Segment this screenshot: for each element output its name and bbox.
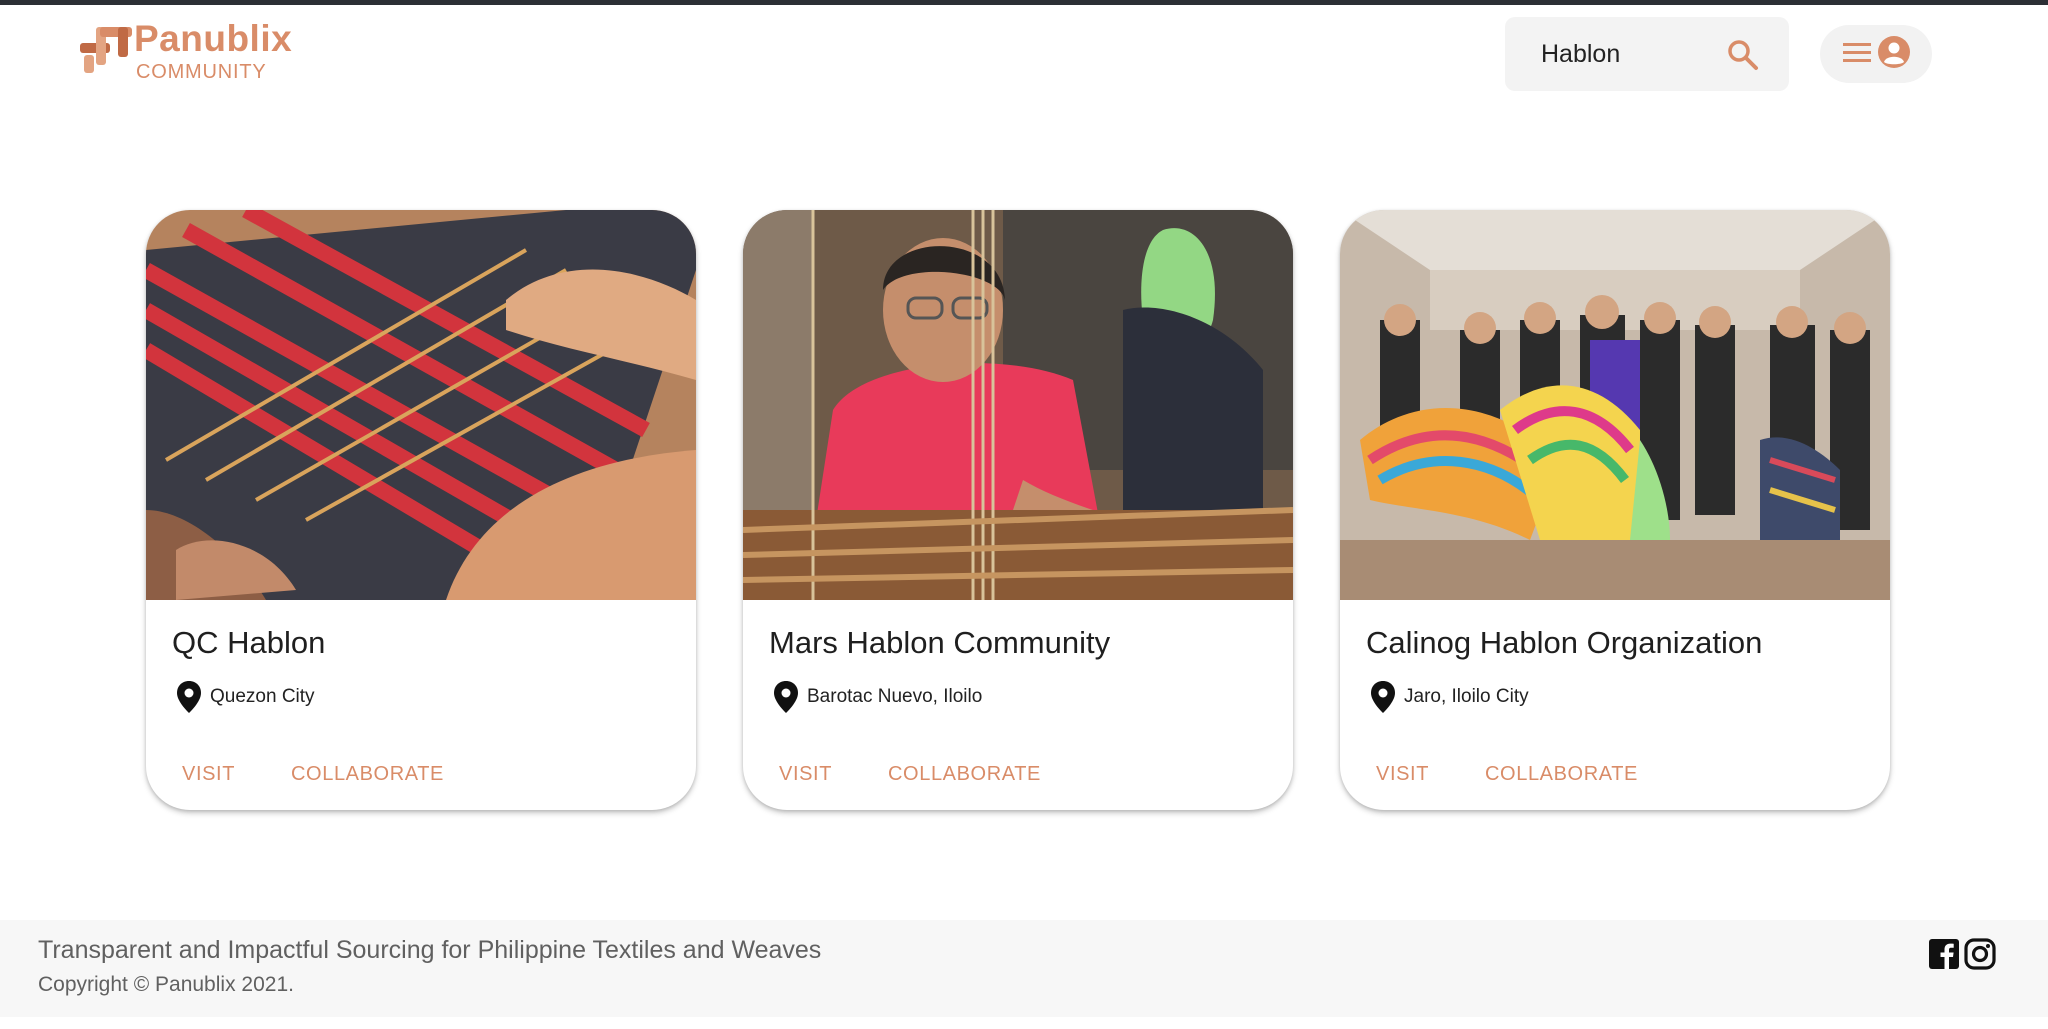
card-location: Quezon City — [176, 680, 315, 714]
search-icon[interactable] — [1725, 37, 1761, 73]
footer-tagline: Transparent and Impactful Sourcing for P… — [38, 936, 822, 964]
community-card: QC Hablon Quezon City VISIT COLLABORATE — [146, 210, 696, 810]
header: Panublix COMMUNITY — [0, 5, 2048, 100]
collaborate-button[interactable]: COLLABORATE — [1485, 763, 1638, 786]
loom-weaving-photo — [146, 210, 696, 600]
community-cards: QC Hablon Quezon City VISIT COLLABORATE — [146, 210, 1890, 810]
community-card: Calinog Hablon Organization Jaro, Iloilo… — [1340, 210, 1890, 810]
location-pin-icon — [1370, 680, 1396, 714]
facebook-icon[interactable] — [1928, 938, 1960, 970]
panublix-logo-mark — [78, 21, 134, 77]
brand-name: Panublix — [134, 18, 293, 59]
card-actions: VISIT COLLABORATE — [182, 763, 444, 786]
location-pin-icon — [773, 680, 799, 714]
location-text: Quezon City — [210, 686, 315, 707]
card-title: Calinog Hablon Organization — [1366, 625, 1763, 660]
footer-copyright: Copyright © Panublix 2021. — [38, 973, 294, 996]
collaborate-button[interactable]: COLLABORATE — [291, 763, 444, 786]
search-box — [1505, 17, 1789, 91]
instagram-icon[interactable] — [1964, 938, 1996, 970]
visit-button[interactable]: VISIT — [779, 763, 832, 786]
location-pin-icon — [176, 680, 202, 714]
visit-button[interactable]: VISIT — [182, 763, 235, 786]
group-holding-textiles-photo — [1340, 210, 1890, 600]
card-title: Mars Hablon Community — [769, 625, 1111, 660]
footer: Transparent and Impactful Sourcing for P… — [0, 920, 2048, 1017]
location-text: Jaro, Iloilo City — [1404, 686, 1529, 707]
card-actions: VISIT COLLABORATE — [1376, 763, 1638, 786]
card-location: Jaro, Iloilo City — [1370, 680, 1529, 714]
collaborate-button[interactable]: COLLABORATE — [888, 763, 1041, 786]
card-actions: VISIT COLLABORATE — [779, 763, 1041, 786]
visit-button[interactable]: VISIT — [1376, 763, 1429, 786]
weaver-at-loom-photo — [743, 210, 1293, 600]
search-input[interactable] — [1541, 34, 1721, 74]
account-circle-icon — [1877, 35, 1911, 74]
brand-subtitle: COMMUNITY — [136, 61, 267, 83]
location-text: Barotac Nuevo, Iloilo — [807, 686, 983, 707]
community-card: Mars Hablon Community Barotac Nuevo, Ilo… — [743, 210, 1293, 810]
brand-logo[interactable]: Panublix COMMUNITY — [78, 19, 292, 83]
card-title: QC Hablon — [172, 625, 326, 660]
account-menu-button[interactable] — [1820, 25, 1932, 83]
card-location: Barotac Nuevo, Iloilo — [773, 680, 982, 714]
hamburger-icon — [1841, 40, 1873, 69]
